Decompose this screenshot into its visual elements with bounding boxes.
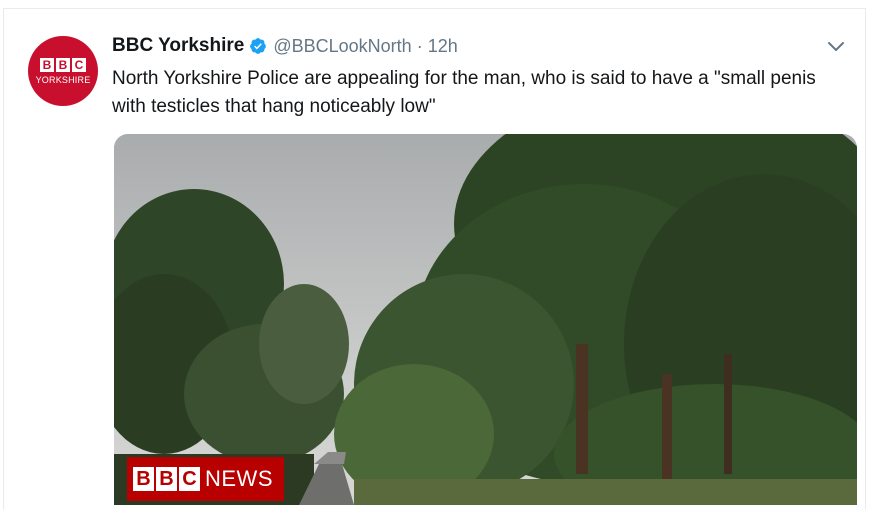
timestamp[interactable]: 12h [428, 36, 458, 57]
bbc-logo-letter: C [72, 57, 86, 72]
separator-dot: · [416, 35, 423, 56]
badge-letter: B [156, 467, 177, 491]
badge-word: NEWS [205, 466, 273, 491]
tweet-text: North Yorkshire Police are appealing for… [112, 68, 816, 117]
avatar[interactable]: B B C YORKSHIRE [28, 36, 98, 106]
bbc-news-badge: B B C NEWS [127, 457, 284, 501]
tweet-media-image[interactable]: B B C NEWS [114, 134, 857, 505]
verified-badge-icon [250, 38, 267, 54]
chevron-down-icon[interactable] [827, 41, 845, 53]
bbc-logo-letter: B [56, 57, 70, 72]
author-handle[interactable]: @BBCLookNorth [273, 36, 411, 57]
author-name[interactable]: BBC Yorkshire [112, 35, 244, 57]
avatar-subtitle: YORKSHIRE [35, 74, 91, 85]
tree-road-photo [114, 134, 857, 505]
bbc-logo-letter: B [40, 57, 54, 72]
badge-letter: C [179, 467, 200, 491]
tweet-header: BBC Yorkshire @BBCLookNorth · 12h [112, 34, 458, 58]
tweet-card[interactable]: B B C YORKSHIRE BBC Yorkshire @BBCLookNo… [3, 8, 866, 510]
bbc-logo: B B C [40, 57, 86, 72]
badge-letter: B [133, 467, 154, 491]
